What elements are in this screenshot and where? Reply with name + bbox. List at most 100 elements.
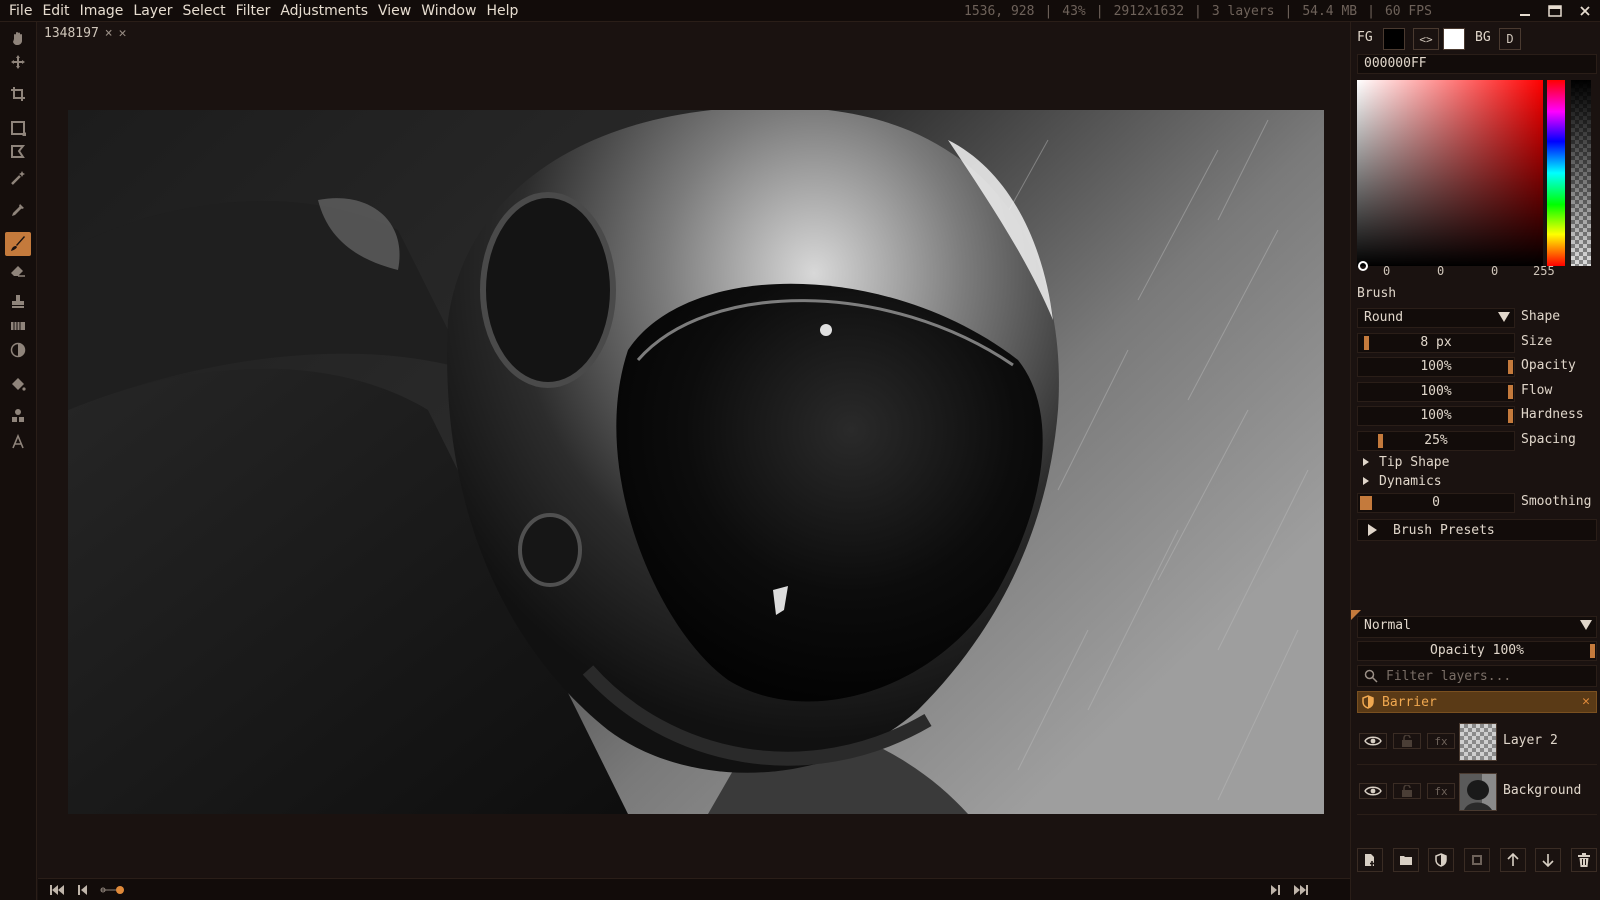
- brush-shape-dropdown[interactable]: Round: [1357, 308, 1515, 328]
- bg-label: BG: [1475, 30, 1491, 45]
- duplicate-layer-button[interactable]: [1463, 848, 1490, 872]
- tip-shape-label: Tip Shape: [1379, 454, 1450, 470]
- visibility-toggle[interactable]: [1359, 783, 1387, 799]
- menu-window[interactable]: Window: [416, 3, 481, 19]
- brush-flow-slider[interactable]: 100%: [1357, 382, 1515, 402]
- new-group-button[interactable]: [1392, 848, 1419, 872]
- canvas-area[interactable]: [38, 44, 1350, 878]
- close-button[interactable]: [1570, 0, 1600, 22]
- barrier-layer-row[interactable]: Barrier ✕: [1357, 691, 1597, 713]
- brush-size-slider[interactable]: 8 px: [1357, 333, 1515, 353]
- brush-spacing-slider[interactable]: 25%: [1357, 431, 1515, 451]
- foreground-color-swatch[interactable]: [1383, 28, 1405, 50]
- hand-tool[interactable]: [5, 26, 31, 50]
- gradient-icon: [11, 322, 25, 330]
- add-mask-button[interactable]: [1428, 848, 1455, 872]
- last-frame-button[interactable]: [1292, 882, 1310, 898]
- hue-slider[interactable]: [1547, 80, 1565, 266]
- brush-shape-label: Shape: [1521, 309, 1561, 324]
- chevron-right-icon: [1363, 458, 1369, 466]
- green-value[interactable]: 0: [1437, 266, 1444, 278]
- brush-presets-expander[interactable]: Brush Presets: [1357, 519, 1597, 541]
- fx-button[interactable]: fx: [1427, 783, 1455, 799]
- crop-tool[interactable]: [5, 82, 31, 106]
- menu-image[interactable]: Image: [75, 3, 129, 19]
- default-colors-button[interactable]: D: [1499, 28, 1521, 50]
- layer-count: 3 layers: [1211, 3, 1275, 19]
- lock-toggle[interactable]: [1393, 733, 1421, 749]
- shield-icon: [1435, 853, 1448, 867]
- prev-frame-button[interactable]: [74, 882, 92, 898]
- visibility-toggle[interactable]: [1359, 733, 1387, 749]
- eraser-tool[interactable]: [5, 258, 31, 282]
- slider-fill: [1590, 644, 1595, 658]
- menu-select[interactable]: Select: [177, 3, 230, 19]
- brush-hardness-slider[interactable]: 100%: [1357, 406, 1515, 426]
- layer-filter-field[interactable]: [1357, 665, 1597, 687]
- first-frame-button[interactable]: [48, 882, 66, 898]
- magic-wand-tool[interactable]: [5, 166, 31, 190]
- document-tab[interactable]: 1348197 × ✕: [44, 24, 126, 42]
- layer-filter-input[interactable]: [1386, 668, 1586, 684]
- maximize-button[interactable]: [1540, 0, 1570, 22]
- magic-wand-icon: [11, 171, 25, 185]
- red-value[interactable]: 0: [1383, 266, 1390, 278]
- canvas-image[interactable]: [68, 110, 1324, 814]
- gradient-tool[interactable]: [5, 314, 31, 338]
- layer-opacity-slider[interactable]: Opacity 100%: [1357, 641, 1597, 661]
- dynamics-expander[interactable]: Dynamics: [1363, 472, 1442, 490]
- brush-opacity-slider[interactable]: 100%: [1357, 357, 1515, 377]
- fps-counter: 60 FPS: [1384, 3, 1432, 19]
- layer-row[interactable]: fx Background: [1357, 769, 1597, 815]
- rect-select-tool[interactable]: [5, 116, 31, 140]
- document-tab-name: 1348197: [44, 25, 99, 41]
- brush-icon: [11, 236, 25, 251]
- timeline-scrubber[interactable]: [100, 885, 128, 895]
- clone-stamp-tool[interactable]: [5, 290, 31, 314]
- shape-tool[interactable]: [5, 404, 31, 428]
- hex-color-field[interactable]: 000000FF: [1357, 54, 1597, 74]
- menu-help[interactable]: Help: [481, 3, 523, 19]
- next-frame-button[interactable]: [1266, 882, 1284, 898]
- menu-layer[interactable]: Layer: [128, 3, 177, 19]
- delete-layer-button[interactable]: [1570, 848, 1597, 872]
- lock-toggle[interactable]: [1393, 783, 1421, 799]
- menu-edit[interactable]: Edit: [37, 3, 74, 19]
- dodge-burn-tool[interactable]: [5, 338, 31, 362]
- menu-filter[interactable]: Filter: [231, 3, 276, 19]
- lasso-tool[interactable]: [5, 140, 31, 164]
- background-color-swatch[interactable]: [1443, 28, 1465, 50]
- bucket-icon: [12, 378, 26, 391]
- eyedropper-tool[interactable]: [5, 198, 31, 222]
- move-tool[interactable]: [5, 50, 31, 74]
- text-icon: [12, 434, 24, 449]
- fill-tool[interactable]: [5, 372, 31, 396]
- smoothing-slider[interactable]: 0: [1357, 493, 1515, 513]
- chevron-down-icon: [1498, 312, 1510, 322]
- eyedropper-icon: [12, 204, 24, 216]
- menu-file[interactable]: File: [0, 3, 37, 19]
- minimize-button[interactable]: [1510, 0, 1540, 22]
- move-layer-down-button[interactable]: [1535, 848, 1562, 872]
- blend-mode-dropdown[interactable]: Normal: [1357, 616, 1597, 638]
- move-icon: [11, 55, 25, 69]
- menu-adjustments[interactable]: Adjustments: [275, 3, 373, 19]
- alpha-value[interactable]: 255: [1533, 266, 1555, 278]
- blend-mode-value: Normal: [1364, 618, 1411, 633]
- swap-colors-button[interactable]: <>: [1413, 28, 1439, 50]
- tip-shape-expander[interactable]: Tip Shape: [1363, 453, 1449, 471]
- menu-view[interactable]: View: [373, 3, 416, 19]
- brush-tool[interactable]: [5, 232, 31, 256]
- barrier-remove-button[interactable]: ✕: [1582, 694, 1590, 709]
- move-layer-up-button[interactable]: [1499, 848, 1526, 872]
- saturation-value-picker[interactable]: [1357, 80, 1543, 271]
- text-tool[interactable]: [5, 430, 31, 454]
- new-layer-button[interactable]: [1357, 848, 1383, 872]
- brush-hardness-row: 100% Hardness: [1357, 406, 1597, 426]
- layer-row[interactable]: fx Layer 2: [1357, 719, 1597, 765]
- fx-button[interactable]: fx: [1427, 733, 1455, 749]
- alpha-slider[interactable]: [1571, 80, 1591, 266]
- tab-close-button[interactable]: ✕: [119, 26, 127, 41]
- blue-value[interactable]: 0: [1491, 266, 1498, 278]
- astronaut-thumbnail: [1460, 774, 1496, 810]
